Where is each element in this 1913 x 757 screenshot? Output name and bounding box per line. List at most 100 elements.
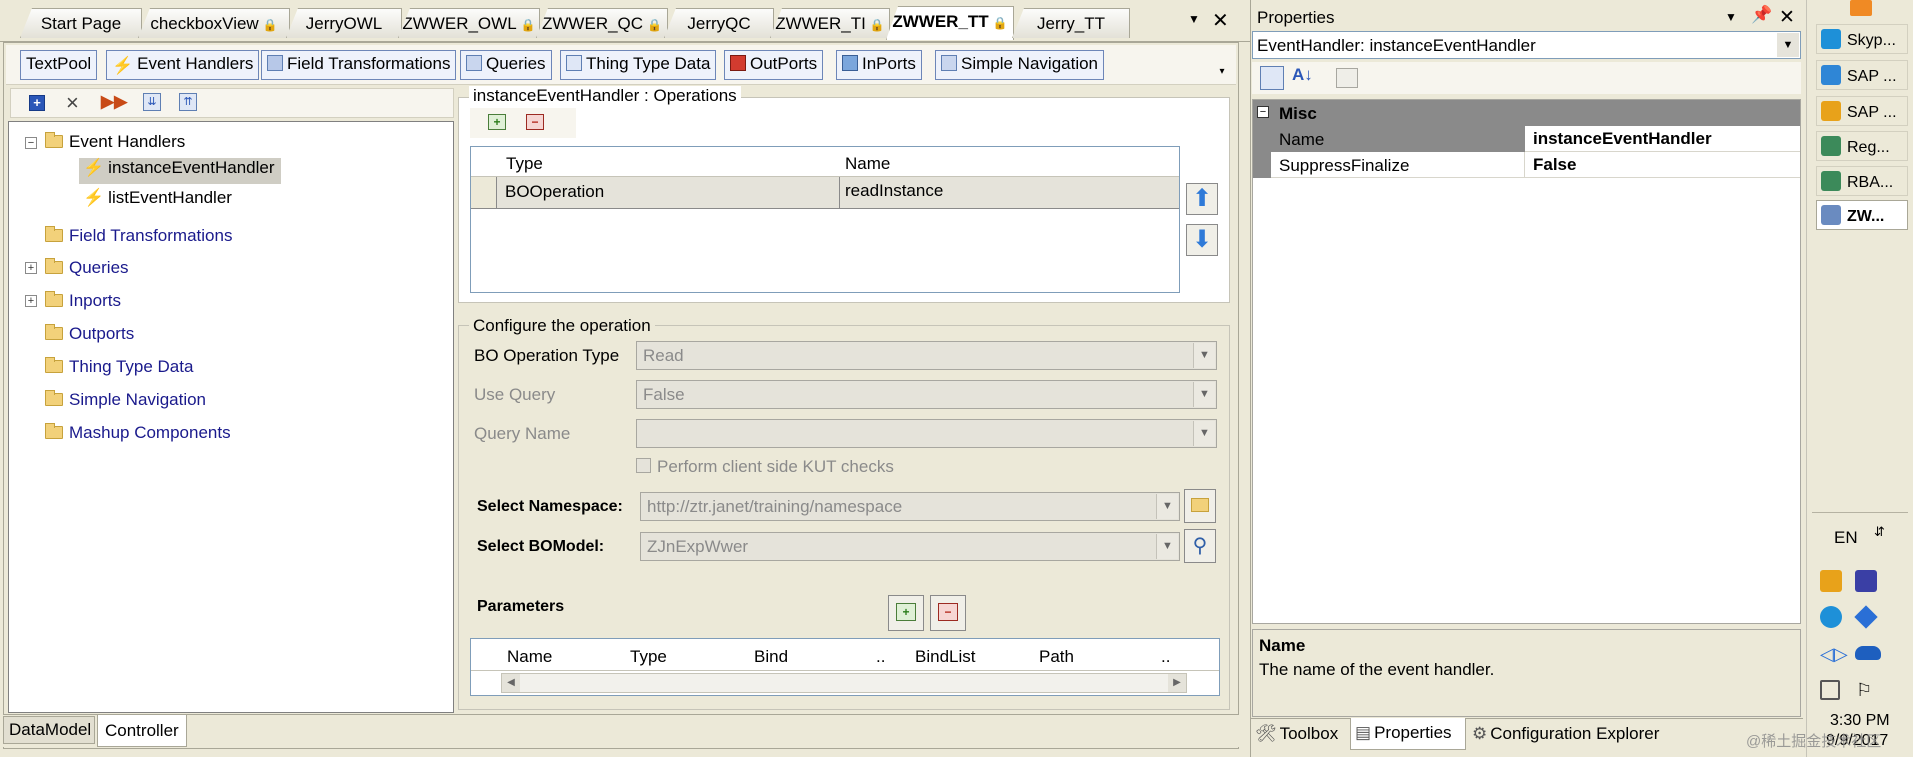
tree-item-outports[interactable]: Outports	[45, 324, 134, 350]
scroll-right-icon[interactable]: ▶	[1168, 674, 1186, 692]
toolbar-thing-type-data-button[interactable]: Thing Type Data	[560, 50, 717, 80]
column-header-type[interactable]: Type	[506, 154, 543, 174]
taskbar-button-skype[interactable]: Skyp...	[1816, 24, 1908, 54]
column-header-bindlist[interactable]: BindList	[915, 647, 975, 667]
tray-icon-onedrive[interactable]	[1855, 646, 1881, 660]
collapse-category-icon[interactable]: −	[1257, 106, 1269, 118]
property-pages-icon[interactable]	[1336, 68, 1358, 88]
table-row[interactable]: BOOperation readInstance	[471, 177, 1179, 209]
column-header-path-ellipsis[interactable]: ..	[1161, 647, 1170, 667]
tab-toolbox[interactable]: 🛠 Toolbox	[1251, 719, 1349, 749]
operation-name-cell[interactable]: readInstance	[845, 181, 943, 201]
tree-item-queries[interactable]: Queries	[45, 258, 129, 284]
doc-tab-jerry-tt[interactable]: Jerry_TT	[1012, 8, 1130, 38]
flag-icon[interactable]: ⚐	[1856, 680, 1872, 701]
tab-properties[interactable]: ▤ Properties	[1350, 718, 1466, 750]
query-name-select[interactable]: ▼	[636, 419, 1217, 448]
bo-operation-type-select[interactable]: Read ▼	[636, 341, 1217, 370]
categorized-icon[interactable]	[1260, 66, 1284, 90]
column-header-bind-ellipsis[interactable]: ..	[876, 647, 885, 667]
doc-tab-zwwer-owl[interactable]: ZWWER_OWL 🔒	[398, 8, 540, 38]
tray-icon-skype[interactable]	[1820, 606, 1842, 628]
run-icon[interactable]: ▶▶	[101, 92, 127, 112]
tray-icon-sap[interactable]	[1820, 570, 1842, 592]
expand-inports-toggle[interactable]: +	[25, 295, 37, 307]
parameters-hscrollbar[interactable]: ◀ ▶	[501, 673, 1187, 693]
collapse-all-icon[interactable]: ⇈	[179, 93, 197, 111]
move-up-button[interactable]: ⬆	[1186, 183, 1218, 215]
column-header-name[interactable]: Name	[507, 647, 552, 667]
tray-icon-tool[interactable]	[1855, 570, 1877, 592]
column-header-name[interactable]: Name	[845, 154, 890, 174]
doc-tab-jerryowl[interactable]: JerryOWL	[286, 8, 402, 38]
doc-tab-start-page[interactable]: Start Page	[20, 8, 142, 38]
toolbar-field-transformations-button[interactable]: Field Transformations	[261, 50, 457, 80]
taskbar-button-registry[interactable]: Reg...	[1816, 131, 1908, 161]
pin-icon[interactable]: 📌	[1751, 5, 1772, 25]
remove-parameter-button[interactable]: −	[930, 595, 966, 631]
doc-tab-zwwer-ti[interactable]: ZWWER_TI 🔒	[770, 8, 890, 38]
row-header-cell[interactable]	[471, 177, 497, 208]
remove-operation-icon[interactable]: −	[526, 114, 544, 130]
add-operation-icon[interactable]: +	[488, 114, 506, 130]
doc-tab-jerryqc[interactable]: JerryQC	[664, 8, 774, 38]
toolbar-textpool-button[interactable]: TextPool	[20, 50, 98, 80]
property-value-cell[interactable]: False	[1533, 155, 1576, 175]
search-bomodel-button[interactable]: ⚲	[1184, 529, 1216, 563]
move-down-button[interactable]: ⬇	[1186, 224, 1218, 256]
alphabetical-icon[interactable]: A↓	[1292, 65, 1313, 85]
browse-namespace-button[interactable]	[1184, 489, 1216, 523]
scroll-left-icon[interactable]: ◀	[502, 674, 520, 692]
collapse-event-handlers-toggle[interactable]: −	[25, 137, 37, 149]
add-parameter-button[interactable]: +	[888, 595, 924, 631]
use-query-select[interactable]: False ▼	[636, 380, 1217, 409]
object-selector[interactable]: EventHandler: instanceEventHandler ▼	[1252, 31, 1801, 59]
tree-item-instance-event-handler[interactable]: ⚡ instanceEventHandler	[79, 158, 281, 184]
taskbar-button-rba[interactable]: RBA...	[1816, 166, 1908, 196]
add-icon[interactable]: +	[29, 95, 45, 111]
tab-datamodel[interactable]: DataModel	[3, 716, 95, 744]
tree-item-inports[interactable]: Inports	[45, 291, 121, 317]
doc-tab-checkboxview[interactable]: checkboxView 🔒	[138, 8, 290, 38]
toolbar-queries-button[interactable]: Queries	[460, 50, 552, 80]
taskbar-button-zw[interactable]: ZW...	[1816, 200, 1908, 230]
operation-type-cell[interactable]: BOOperation	[505, 182, 604, 202]
expand-all-icon[interactable]: ⇊	[143, 93, 161, 111]
close-properties-icon[interactable]: ✕	[1779, 6, 1795, 29]
kut-checks-checkbox[interactable]	[636, 458, 651, 473]
panel-menu-icon[interactable]: ▼	[1725, 10, 1737, 24]
tree-item-field-transformations[interactable]: Field Transformations	[45, 226, 232, 252]
toolbar-overflow-icon[interactable]: ▾	[1215, 66, 1229, 80]
expand-queries-toggle[interactable]: +	[25, 262, 37, 274]
tab-configuration-explorer[interactable]: ⚙ Configuration Explorer	[1468, 719, 1668, 749]
tray-icon-vs[interactable]: ◁▷	[1820, 644, 1848, 664]
tree-item-mashup-components[interactable]: Mashup Components	[45, 423, 231, 449]
tray-icon-network[interactable]	[1820, 680, 1840, 700]
tab-list-menu-icon[interactable]: ▼	[1188, 12, 1200, 26]
bomodel-select[interactable]: ZJnExpWwer ▼	[640, 532, 1180, 561]
toolbar-event-handlers-button[interactable]: ⚡ Event Handlers	[106, 50, 260, 80]
taskbar-button-sap-1[interactable]: SAP ...	[1816, 60, 1908, 90]
tree-item-thing-type-data[interactable]: Thing Type Data	[45, 357, 193, 383]
namespace-select[interactable]: http://ztr.janet/training/namespace ▼	[640, 492, 1180, 521]
property-row-suppressfinalize[interactable]: SuppressFinalize False	[1253, 152, 1800, 178]
tree-item-list-event-handler[interactable]: ⚡ listEventHandler	[83, 188, 232, 214]
property-value-cell[interactable]: instanceEventHandler	[1533, 129, 1712, 149]
tree-item-simple-navigation[interactable]: Simple Navigation	[45, 390, 206, 416]
tab-controller[interactable]: Controller	[97, 715, 187, 747]
toolbar-simple-navigation-button[interactable]: Simple Navigation	[935, 50, 1105, 80]
keyboard-options-icon[interactable]: ⇵	[1874, 524, 1885, 540]
clock-time[interactable]: 3:30 PM	[1830, 712, 1890, 730]
delete-icon[interactable]: ×	[66, 90, 79, 116]
column-header-path[interactable]: Path	[1039, 647, 1074, 667]
close-document-icon[interactable]: ✕	[1212, 8, 1229, 33]
property-row-name[interactable]: Name instanceEventHandler	[1253, 126, 1800, 152]
language-indicator[interactable]: EN	[1834, 528, 1858, 548]
toolbar-inports-button[interactable]: InPorts	[836, 50, 922, 80]
taskbar-button-sap-2[interactable]: SAP ...	[1816, 96, 1908, 126]
column-header-bind[interactable]: Bind	[754, 647, 788, 667]
doc-tab-zwwer-tt[interactable]: ZWWER_TT 🔒	[886, 6, 1014, 40]
tree-item-event-handlers[interactable]: Event Handlers	[45, 132, 185, 158]
quick-launch-icon[interactable]	[1850, 0, 1872, 16]
doc-tab-zwwer-qc[interactable]: ZWWER_QC 🔒	[536, 8, 668, 38]
